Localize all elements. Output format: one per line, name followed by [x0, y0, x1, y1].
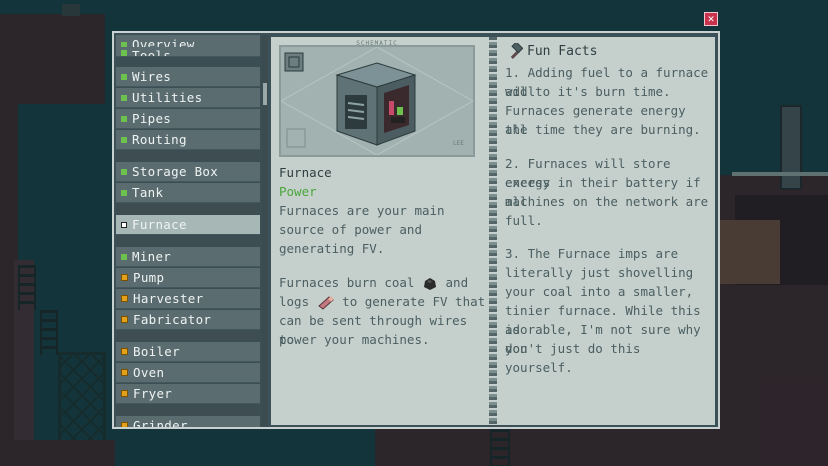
- fact-line: 3. The Furnace imps are: [505, 246, 679, 261]
- bullet-icon: [121, 136, 127, 143]
- sidebar-item-wires[interactable]: Wires: [116, 67, 260, 87]
- sidebar-item-boiler[interactable]: Boiler: [116, 342, 260, 362]
- sidebar-separator: [116, 151, 260, 161]
- bullet-icon: [121, 94, 127, 101]
- burn-line: power your machines.: [279, 332, 430, 347]
- svg-text:LEE: LEE: [453, 140, 464, 147]
- close-button[interactable]: ✕: [704, 12, 718, 26]
- sidebar-item-oven[interactable]: Oven: [116, 363, 260, 383]
- sidebar-item-pump[interactable]: Pump: [116, 268, 260, 288]
- bullet-icon: [121, 115, 127, 122]
- locked-icon: [121, 316, 128, 323]
- sidebar-item-storage-box[interactable]: Storage Box: [116, 162, 260, 182]
- sidebar-separator: [116, 236, 260, 246]
- schematic-panel: SCHEMATIC LEE: [279, 40, 475, 157]
- fun-facts-title: Fun Facts: [527, 44, 598, 59]
- fact-line: don't just do this yourself.: [505, 341, 641, 375]
- sidebar-scrollbar[interactable]: [262, 35, 268, 427]
- entry-category: Power: [279, 184, 317, 199]
- sidebar-item-fabricator[interactable]: Fabricator: [116, 310, 260, 330]
- coal-icon: [424, 277, 436, 290]
- bullet-icon: [121, 168, 127, 175]
- sidebar-item-furnace[interactable]: Furnace: [116, 215, 260, 235]
- sidebar-item-tank[interactable]: Tank: [116, 183, 260, 203]
- furnace-schematic-image: LEE: [280, 46, 474, 156]
- entry-title: Furnace: [279, 165, 332, 180]
- description-line: Furnaces are your main: [279, 203, 445, 218]
- fact-line: add to it's burn time.: [505, 84, 671, 99]
- sidebar-separator: [116, 405, 260, 415]
- burn-line: Furnaces burn coal and: [279, 275, 469, 290]
- fact-line: machines on the network are: [505, 194, 709, 209]
- fact-line: the time they are burning.: [505, 122, 701, 137]
- log-icon: [317, 295, 334, 310]
- bullet-icon: [121, 73, 127, 80]
- locked-icon: [121, 295, 128, 302]
- fact-line: your coal into a smaller,: [505, 284, 694, 299]
- right-page: Fun Facts 1. Adding fuel to a furnace wi…: [497, 37, 715, 425]
- guide-book: Overview Tools Wires Utilities Pipes Rou…: [112, 31, 720, 429]
- scrollbar-thumb[interactable]: [263, 83, 267, 105]
- hammer-icon: [510, 43, 523, 59]
- sidebar-item-routing[interactable]: Routing: [116, 130, 260, 150]
- sidebar-item-grinder[interactable]: Grinder: [116, 416, 260, 427]
- locked-icon: [121, 348, 128, 355]
- description-line: source of power and: [279, 222, 422, 237]
- sidebar-item-fryer[interactable]: Fryer: [116, 384, 260, 404]
- sidebar-item-miner[interactable]: Miner: [116, 247, 260, 267]
- left-page: SCHEMATIC LEE Furnace Power Furnaces are…: [271, 37, 489, 425]
- locked-icon: [121, 390, 128, 397]
- bullet-icon: [121, 50, 127, 56]
- sidebar-separator: [116, 331, 260, 341]
- fact-line: literally just shovelling: [505, 265, 694, 280]
- sidebar[interactable]: Overview Tools Wires Utilities Pipes Rou…: [116, 35, 262, 427]
- description-line: generating FV.: [279, 241, 385, 256]
- fact-line: full.: [505, 213, 543, 228]
- close-icon: ✕: [707, 12, 715, 25]
- bullet-icon: [121, 221, 127, 228]
- sidebar-item-pipes[interactable]: Pipes: [116, 109, 260, 129]
- sidebar-item-utilities[interactable]: Utilities: [116, 88, 260, 108]
- sidebar-item-harvester[interactable]: Harvester: [116, 289, 260, 309]
- sidebar-separator: [116, 204, 260, 214]
- bullet-icon: [121, 189, 127, 196]
- locked-icon: [121, 422, 128, 427]
- locked-icon: [121, 274, 128, 281]
- burn-line: logs to generate FV that: [279, 294, 486, 310]
- bullet-icon: [121, 253, 127, 260]
- sidebar-item-tools[interactable]: Tools: [116, 47, 260, 57]
- locked-icon: [121, 369, 128, 376]
- book-spine-rings: [489, 37, 497, 425]
- schematic-label: SCHEMATIC: [356, 40, 398, 47]
